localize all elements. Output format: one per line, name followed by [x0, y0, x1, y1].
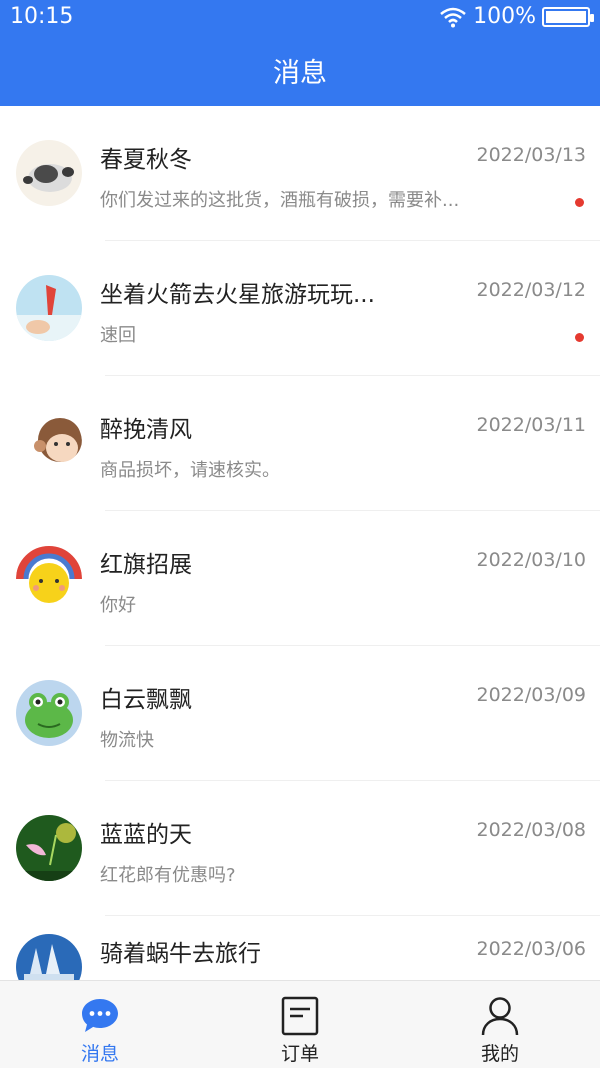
tab-profile[interactable]: 我的	[400, 981, 600, 1068]
message-date: 2022/03/13	[476, 144, 586, 166]
conversation-row[interactable]: 醉挽清风 2022/03/11 商品损坏，请速核实。	[0, 376, 600, 511]
status-right: 100%	[439, 4, 594, 29]
message-preview: 你好	[100, 595, 136, 616]
contact-name: 白云飘飘	[100, 687, 192, 713]
wifi-icon	[440, 7, 466, 27]
battery-percent: 100%	[473, 4, 536, 29]
conversation-row[interactable]: 春夏秋冬 2022/03/13 你们发过来的这批货，酒瓶有破损，需要补...	[0, 106, 600, 241]
unread-dot	[575, 333, 584, 342]
user-profile-icon	[481, 997, 519, 1036]
message-date: 2022/03/12	[476, 279, 586, 301]
conversation-row[interactable]: 坐着火箭去火星旅游玩玩... 2022/03/12 速回	[0, 241, 600, 376]
message-preview: 物流快	[100, 730, 154, 751]
conversation-row[interactable]: 骑着蜗牛去旅行 2022/03/06	[0, 916, 600, 980]
avatar	[16, 545, 82, 611]
message-date: 2022/03/09	[476, 684, 586, 706]
tab-label: 订单	[280, 1043, 319, 1065]
message-preview: 商品损坏，请速核实。	[100, 460, 280, 481]
bottom-tab-bar: 消息 订单 我的	[0, 980, 600, 1068]
contact-name: 红旗招展	[100, 552, 192, 578]
contact-name: 坐着火箭去火星旅游玩玩...	[100, 282, 375, 308]
avatar	[16, 140, 82, 206]
avatar	[16, 410, 82, 476]
contact-name: 骑着蜗牛去旅行	[100, 941, 261, 967]
message-date: 2022/03/10	[476, 549, 586, 571]
conversation-row[interactable]: 红旗招展 2022/03/10 你好	[0, 511, 600, 646]
contact-name: 蓝蓝的天	[100, 822, 192, 848]
tab-orders[interactable]: 订单	[200, 981, 400, 1068]
message-preview: 红花郎有优惠吗?	[100, 865, 236, 886]
message-preview: 你们发过来的这批货，酒瓶有破损，需要补...	[100, 190, 460, 211]
chat-bubble-icon	[82, 999, 118, 1032]
conversation-row[interactable]: 白云飘飘 2022/03/09 物流快	[0, 646, 600, 781]
order-document-icon	[281, 996, 319, 1036]
page-header: 消息	[0, 34, 600, 106]
message-preview: 速回	[100, 325, 136, 346]
contact-name: 醉挽清风	[100, 417, 192, 443]
battery-icon	[542, 6, 594, 27]
message-date: 2022/03/08	[476, 819, 586, 841]
tab-label: 消息	[80, 1043, 119, 1065]
avatar	[16, 934, 82, 980]
conversation-row[interactable]: 蓝蓝的天 2022/03/08 红花郎有优惠吗?	[0, 781, 600, 916]
status-time: 10:15	[10, 4, 74, 29]
tab-messages[interactable]: 消息	[0, 981, 200, 1068]
unread-dot	[575, 198, 584, 207]
status-bar: 10:15 100%	[0, 0, 600, 34]
page-title: 消息	[273, 57, 327, 89]
avatar	[16, 815, 82, 881]
conversation-list[interactable]: 春夏秋冬 2022/03/13 你们发过来的这批货，酒瓶有破损，需要补... 坐…	[0, 106, 600, 980]
tab-label: 我的	[480, 1043, 519, 1065]
avatar	[16, 680, 82, 746]
message-date: 2022/03/06	[476, 938, 586, 960]
contact-name: 春夏秋冬	[100, 147, 192, 173]
avatar	[16, 275, 82, 341]
message-date: 2022/03/11	[476, 414, 586, 436]
